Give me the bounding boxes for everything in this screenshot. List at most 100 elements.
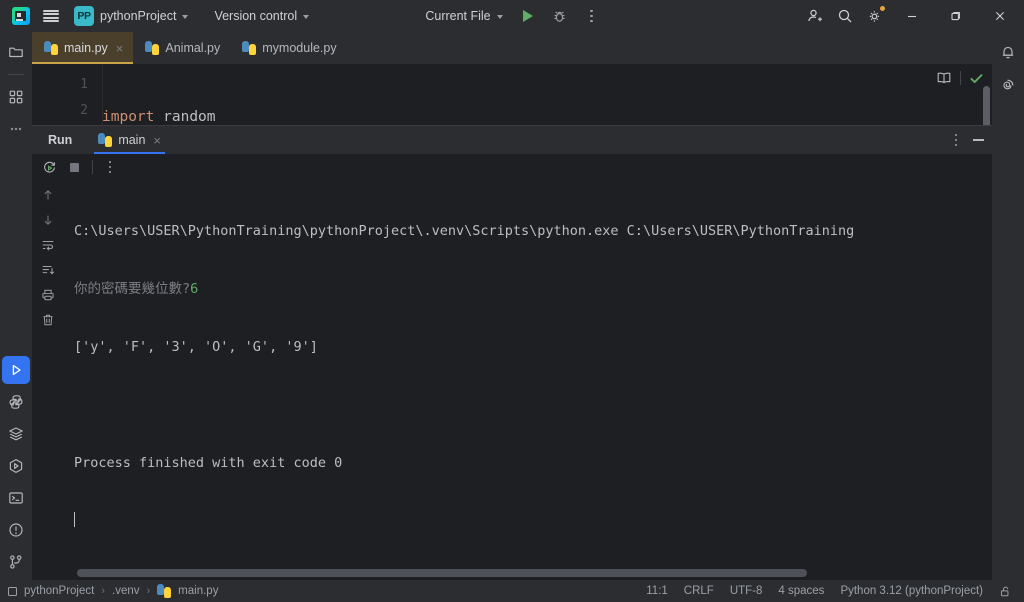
interpreter-widget[interactable]: Python 3.12 (pythonProject) — [840, 585, 983, 597]
python-file-icon — [44, 41, 58, 55]
debug-button[interactable] — [545, 1, 575, 31]
console-exit-line: Process finished with exit code 0 — [74, 455, 343, 471]
breadcrumb-separator: › — [101, 585, 105, 597]
sidebar-item-git[interactable] — [2, 548, 30, 576]
caret-position-widget[interactable]: 11:1 — [646, 585, 668, 597]
folder-icon — [9, 47, 23, 58]
project-widget[interactable]: PP pythonProject — [70, 3, 196, 29]
chevron-down-icon — [182, 14, 189, 19]
soft-wrap-button[interactable] — [37, 234, 59, 255]
code-content[interactable]: import random import string 數字 = string.… — [102, 64, 992, 125]
inspections-ok-icon[interactable] — [969, 71, 984, 86]
version-control-label: Version control — [214, 9, 298, 23]
breadcrumb-item-venv[interactable]: .venv — [112, 585, 140, 597]
run-header-actions — [949, 133, 984, 147]
ai-assistant-button[interactable] — [994, 70, 1022, 98]
search-button[interactable] — [830, 1, 860, 31]
minimize-icon — [908, 15, 916, 18]
close-icon[interactable]: × — [114, 42, 124, 55]
maximize-button[interactable] — [934, 0, 978, 32]
run-configuration-selector[interactable]: Current File — [417, 6, 510, 26]
console-user-input: 6 — [190, 281, 199, 297]
sidebar-item-more[interactable] — [2, 115, 30, 143]
close-icon — [995, 11, 1005, 21]
sidebar-item-structure[interactable] — [2, 83, 30, 111]
ellipsis-icon — [10, 127, 22, 131]
sidebar-item-services[interactable] — [2, 420, 30, 448]
editor-tab-mymodule[interactable]: mymodule.py — [230, 32, 346, 64]
chevron-down-icon — [496, 14, 503, 19]
unlock-icon[interactable] — [999, 585, 1012, 598]
editor-tab-main[interactable]: main.py × — [32, 32, 134, 64]
text-caret — [74, 512, 75, 527]
clear-all-button[interactable] — [37, 309, 59, 330]
project-badge: PP — [74, 6, 94, 26]
stop-button[interactable] — [67, 160, 82, 175]
rerun-icon — [44, 161, 55, 173]
encoding-widget[interactable]: UTF-8 — [730, 585, 763, 597]
code-line-1: import random — [102, 104, 992, 125]
center-column: main.py × Animal.py mymodule.py 1 2 impo… — [32, 32, 992, 580]
more-vertical-icon[interactable] — [103, 160, 117, 174]
sidebar-item-project[interactable] — [2, 38, 30, 66]
sidebar-item-terminal[interactable] — [2, 484, 30, 512]
git-branch-icon — [10, 555, 22, 569]
spiral-icon — [1003, 79, 1014, 90]
editor-tab-bar: main.py × Animal.py mymodule.py — [32, 32, 992, 64]
left-tool-stripe — [0, 32, 32, 580]
breadcrumb: pythonProject › .venv › main.py — [8, 584, 218, 598]
bell-icon — [1002, 46, 1014, 59]
minimize-button[interactable] — [890, 0, 934, 32]
up-button[interactable] — [37, 184, 59, 205]
sidebar-item-debug[interactable] — [2, 452, 30, 480]
more-actions-button[interactable] — [577, 1, 607, 31]
reader-mode-icon[interactable] — [936, 70, 952, 86]
python-file-icon — [242, 41, 257, 55]
line-number: 2 — [80, 103, 88, 119]
settings-button[interactable] — [860, 1, 890, 31]
console-output[interactable]: C:\Users\USER\PythonTraining\pythonProje… — [64, 180, 992, 566]
pycharm-window: PP pythonProject Version control Current… — [0, 0, 1024, 602]
sidebar-item-python-console[interactable] — [2, 388, 30, 416]
breadcrumb-item-project[interactable]: pythonProject — [24, 585, 94, 597]
run-play-icon — [522, 10, 533, 22]
notifications-button[interactable] — [994, 38, 1022, 66]
search-icon — [838, 9, 852, 23]
scroll-to-end-button[interactable] — [37, 259, 59, 280]
print-button[interactable] — [37, 284, 59, 305]
warning-circle-icon — [9, 523, 23, 537]
sidebar-item-problems[interactable] — [2, 516, 30, 544]
breadcrumb-item-file[interactable]: main.py — [178, 585, 218, 597]
hamburger-icon[interactable] — [36, 1, 66, 31]
console-prompt-text: 你的密碼要幾位數? — [74, 281, 191, 297]
rerun-button[interactable] — [42, 160, 57, 175]
editor-scrollbar-thumb[interactable] — [983, 86, 990, 125]
run-tab-main[interactable]: main × — [94, 126, 165, 154]
editor-actions-divider — [960, 71, 961, 85]
minimize-icon[interactable] — [973, 139, 984, 141]
scroll-to-end-icon — [42, 265, 55, 274]
more-vertical-icon[interactable] — [949, 133, 963, 147]
account-add-button[interactable] — [800, 1, 830, 31]
debug-bug-icon — [554, 11, 565, 22]
title-bar-left: PP pythonProject Version control — [0, 1, 317, 31]
console-scrollbar-thumb[interactable] — [77, 569, 807, 577]
console-caret-line — [74, 508, 992, 534]
python-icon — [9, 395, 23, 409]
down-button[interactable] — [37, 209, 59, 230]
line-separator-widget[interactable]: CRLF — [684, 585, 714, 597]
close-icon[interactable]: × — [151, 134, 161, 147]
indent-widget[interactable]: 4 spaces — [778, 585, 824, 597]
run-button[interactable] — [513, 1, 543, 31]
console-row: C:\Users\USER\PythonTraining\pythonProje… — [32, 180, 992, 566]
sidebar-item-run[interactable] — [2, 356, 30, 384]
code-editor[interactable]: 1 2 3 4 5 6 7 8 9 10 import random impor… — [32, 64, 992, 125]
breadcrumb-separator: › — [146, 585, 151, 597]
console-horizontal-scrollbar[interactable] — [32, 566, 992, 580]
close-button[interactable] — [978, 0, 1022, 32]
run-tool-window-title: Run — [48, 133, 73, 147]
account-add-icon — [808, 9, 822, 22]
editor-tab-animal[interactable]: Animal.py — [133, 32, 230, 64]
version-control-widget[interactable]: Version control — [206, 6, 317, 26]
